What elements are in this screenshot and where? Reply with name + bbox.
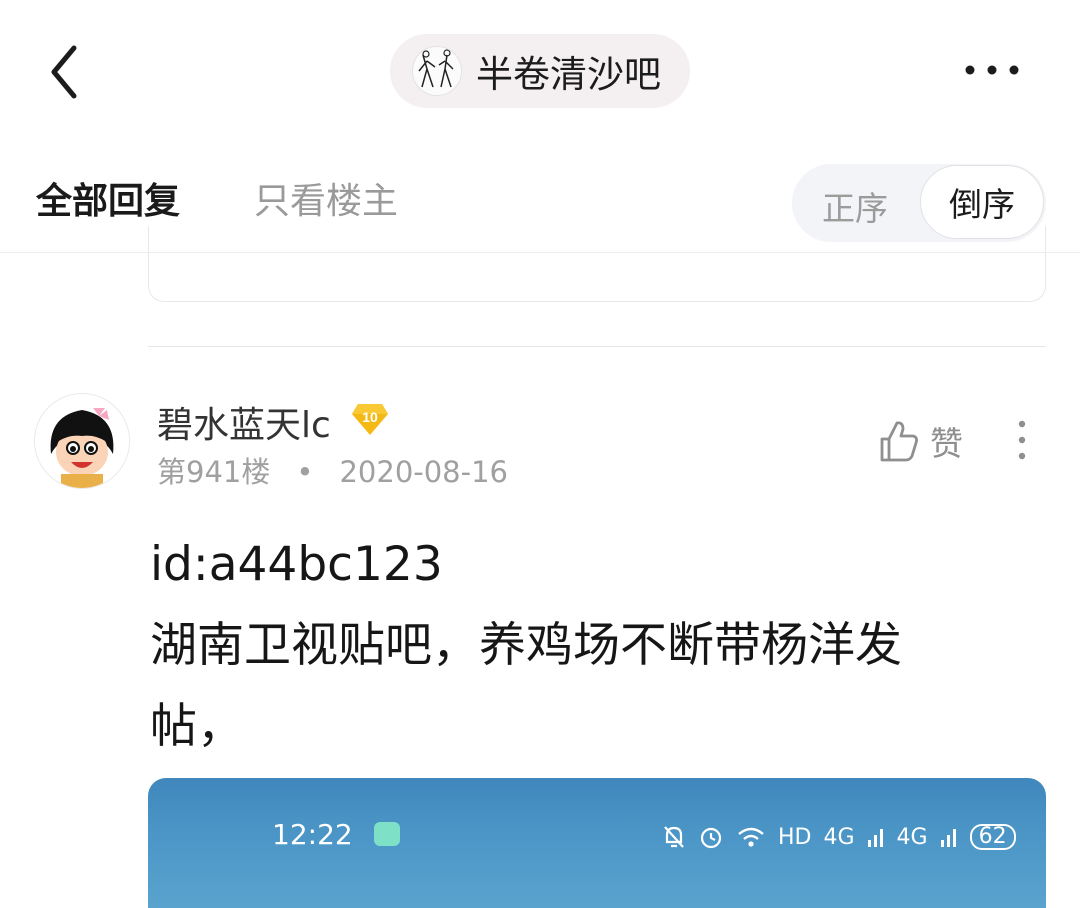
tab-op-only[interactable]: 只看楼主 (254, 172, 398, 224)
more-horizontal-icon (965, 65, 1019, 75)
battery-indicator: 62 (969, 824, 1016, 850)
signal-4g-1: 4G (823, 824, 855, 850)
signal-bars-icon (867, 829, 883, 847)
like-label: 赞 (930, 424, 963, 463)
back-button[interactable] (40, 40, 96, 104)
username[interactable]: 碧水蓝天lc (157, 396, 331, 448)
bell-muted-icon (664, 826, 684, 848)
forum-title: 半卷清沙吧 (476, 53, 661, 96)
diamond-level-icon: 10 (352, 404, 388, 435)
post-date: 2020-08-16 (339, 455, 509, 489)
post-menu-button[interactable] (1008, 418, 1036, 462)
post-meta: 第941楼 • 2020-08-16 (157, 449, 508, 491)
post-content: id:a44bc123 湖南卫视贴吧，养鸡场不断带杨洋发 帖， (150, 537, 902, 754)
more-options-button[interactable] (958, 50, 1028, 90)
sort-descending-label: 倒序 (949, 185, 1015, 224)
chevron-left-icon (51, 45, 77, 99)
post-image[interactable]: 12:22 HD 4G 4G 62 (148, 778, 1046, 908)
avatar[interactable] (34, 393, 130, 489)
alarm-clock-icon (700, 827, 722, 849)
forum-title-pill[interactable]: 半卷清沙吧 (390, 34, 690, 108)
image-status-bar: HD 4G 4G 62 (662, 822, 1016, 852)
signal-bars-icon (940, 829, 956, 847)
like-button[interactable]: 赞 (878, 416, 963, 466)
image-status-time: 12:22 (272, 818, 353, 851)
level-badge: 10 (350, 400, 390, 438)
sketch-figure-icon (413, 47, 461, 95)
floor-number: 第941楼 (157, 455, 271, 489)
forum-avatar (412, 46, 462, 96)
signal-4g-2: 4G (896, 824, 928, 850)
more-vertical-icon (1018, 420, 1026, 460)
thumbs-up-icon (880, 421, 918, 462)
header-divider (0, 252, 1080, 253)
app-notification-icon (374, 822, 400, 846)
cartoon-girl-avatar-icon (35, 394, 129, 488)
sort-ascending-button[interactable]: 正序 (822, 182, 888, 230)
previous-post-card (148, 226, 1046, 302)
post-divider (148, 346, 1046, 347)
wifi-icon (738, 827, 764, 847)
tab-all-replies[interactable]: 全部回复 (36, 172, 180, 224)
hd-indicator: HD (778, 824, 812, 850)
level-number: 10 (362, 409, 378, 425)
meta-separator: • (296, 455, 314, 489)
